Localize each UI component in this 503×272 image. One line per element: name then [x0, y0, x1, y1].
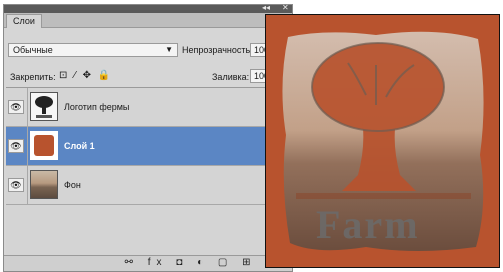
canvas-preview: Farm	[265, 14, 500, 268]
farm-text: Farm	[316, 202, 420, 247]
tab-layers[interactable]: Слои	[6, 14, 42, 28]
panel-titlebar: ◂◂ ✕	[4, 3, 292, 13]
divider	[27, 88, 28, 126]
lock-options-icons[interactable]: ⊡ ⁄ ✥ 🔒	[59, 70, 112, 81]
blend-mode-value: Обычные	[13, 45, 53, 55]
layer-row-layer1[interactable]: 👁 Слой 1	[6, 127, 292, 166]
layer-row-background[interactable]: 👁 Фон 🔒	[6, 166, 292, 205]
landscape-icon	[30, 170, 58, 199]
tab-bar: Слои	[4, 13, 292, 28]
layer-name[interactable]: Логотип фермы	[64, 102, 129, 112]
eye-icon[interactable]: 👁	[8, 139, 24, 153]
panel-footer: ⚯ fx ◘ ◐ ▢ ⊞ 🗑	[4, 255, 292, 271]
divider	[27, 166, 28, 204]
close-icon[interactable]: ✕	[282, 3, 289, 12]
divider	[27, 127, 28, 165]
collapse-icon[interactable]: ◂◂	[262, 3, 270, 12]
layers-panel: ◂◂ ✕ Слои Обычные ▼ Непрозрачность: 100%…	[3, 3, 293, 272]
layer-row-logo[interactable]: 👁 Логотип фермы fx	[6, 88, 292, 127]
layers-list: 👁 Логотип фермы fx 👁 Слой 1	[6, 87, 292, 258]
eye-icon[interactable]: 👁	[8, 178, 24, 192]
chevron-down-icon: ▼	[165, 45, 173, 54]
footer-tools-icons[interactable]: ⚯ fx ◘ ◐ ▢ ⊞ 🗑	[125, 257, 284, 268]
blend-mode-select[interactable]: Обычные ▼	[8, 43, 178, 57]
lock-label: Закрепить:	[10, 72, 56, 82]
tree-logo-icon	[30, 92, 58, 121]
fill-label: Заливка:	[212, 72, 250, 82]
opacity-label: Непрозрачность:	[182, 45, 253, 55]
rust-shape-icon	[30, 131, 58, 160]
layer-name[interactable]: Слой 1	[64, 141, 95, 151]
eye-icon[interactable]: 👁	[8, 100, 24, 114]
layer-name[interactable]: Фон	[64, 180, 81, 190]
